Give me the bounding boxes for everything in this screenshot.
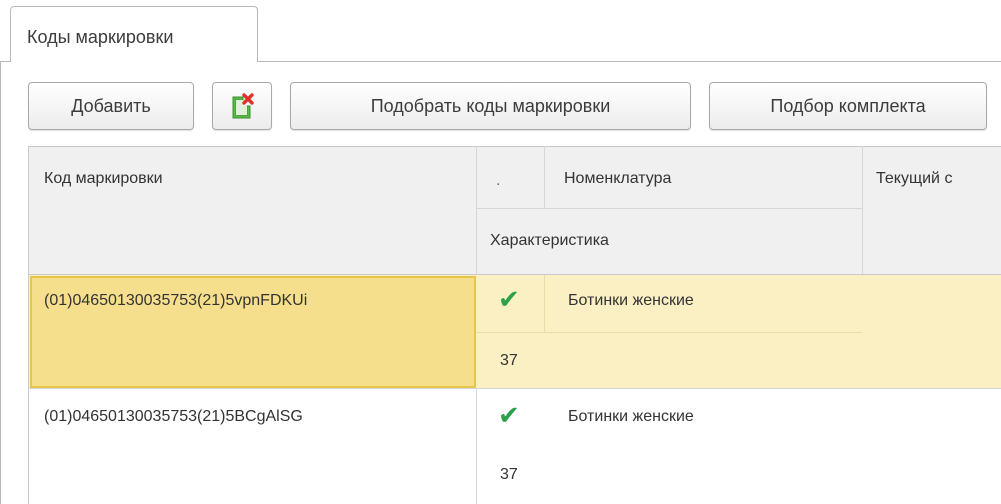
check-icon: ✔ — [498, 400, 520, 430]
check-icon: ✔ — [498, 284, 520, 314]
add-button[interactable]: Добавить — [28, 82, 194, 130]
column-divider — [476, 389, 477, 504]
column-divider — [544, 146, 545, 208]
row-nomenclature: Ботинки женские — [568, 292, 694, 309]
tab-divider — [258, 61, 1001, 62]
header-nomenclature[interactable]: Номенклатура — [564, 170, 671, 188]
row-divider — [476, 332, 862, 333]
delete-button[interactable] — [212, 82, 272, 130]
header-current-status[interactable]: Текущий с — [876, 170, 952, 188]
pick-kit-label: Подбор комплекта — [770, 95, 926, 116]
tab-label: Коды маркировки — [27, 27, 174, 47]
add-button-label: Добавить — [71, 95, 151, 116]
header-mark[interactable]: . — [496, 172, 500, 190]
row-characteristic: 37 — [500, 352, 518, 369]
delete-document-icon — [232, 93, 254, 119]
table-header — [28, 146, 1001, 274]
row-code: (01)04650130035753(21)5vpnFDKUi — [44, 292, 308, 309]
column-divider — [544, 275, 545, 332]
tab-bar: Коды маркировки — [0, 0, 1001, 62]
pick-kit-button[interactable]: Подбор комплекта — [709, 82, 987, 130]
tab-divider — [0, 61, 10, 62]
header-characteristic[interactable]: Характеристика — [490, 232, 609, 250]
row-characteristic: 37 — [500, 466, 518, 483]
toolbar: Добавить Подобрать коды маркировки Подбо… — [0, 82, 1001, 132]
row-code: (01)04650130035753(21)5BCgAlSG — [44, 408, 303, 425]
row-nomenclature: Ботинки женские — [568, 408, 694, 425]
pick-marking-codes-button[interactable]: Подобрать коды маркировки — [290, 82, 691, 130]
row-divider — [476, 208, 862, 209]
table-border — [28, 146, 1001, 147]
tab-marking-codes[interactable]: Коды маркировки — [10, 6, 258, 62]
marking-codes-table: Код маркировки . Номенклатура Характерис… — [28, 146, 1001, 504]
header-code[interactable]: Код маркировки — [44, 170, 163, 188]
pick-marking-codes-label: Подобрать коды маркировки — [370, 95, 611, 116]
